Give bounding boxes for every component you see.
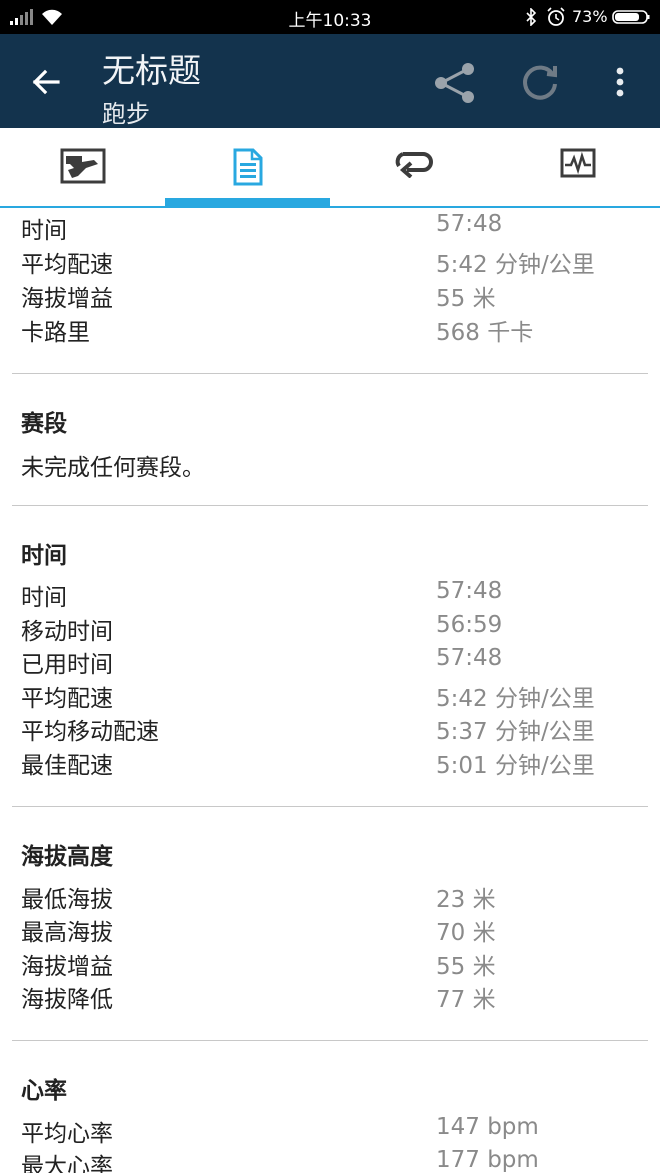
summary-row: 时间 57:48	[21, 211, 641, 245]
row-label: 平均配速	[21, 252, 113, 278]
segments-empty-message: 未完成任何赛段。	[21, 455, 205, 481]
app-bar: 无标题 跑步	[0, 34, 660, 128]
divider	[12, 505, 648, 506]
more-options-icon[interactable]	[608, 62, 632, 102]
selected-tab-indicator	[165, 198, 330, 206]
heart-rate-row: 最大心率 177 bpm	[21, 1147, 641, 1173]
divider	[12, 1040, 648, 1041]
row-value: 70 米	[436, 920, 496, 946]
elevation-row: 最高海拔 70 米	[21, 913, 641, 947]
row-label: 最低海拔	[21, 887, 113, 913]
row-value: 23 米	[436, 887, 496, 913]
row-value: 56:59	[436, 612, 503, 638]
elevation-row: 海拔增益 55 米	[21, 947, 641, 981]
elevation-heading: 海拔高度	[21, 844, 113, 870]
row-label: 平均心率	[21, 1121, 113, 1147]
row-value: 57:48	[436, 578, 503, 604]
tab-bar	[0, 128, 660, 208]
row-value: 57:48	[436, 645, 503, 671]
tab-charts[interactable]	[495, 128, 660, 206]
elevation-row: 最低海拔 23 米	[21, 880, 641, 914]
divider	[12, 373, 648, 374]
row-label: 最佳配速	[21, 753, 113, 779]
row-label: 最高海拔	[21, 920, 113, 946]
timing-row: 平均配速 5:42 分钟/公里	[21, 679, 641, 713]
row-value: 57:48	[436, 211, 503, 237]
row-label: 海拔增益	[21, 954, 113, 980]
bluetooth-icon	[526, 8, 537, 26]
row-label: 卡路里	[21, 320, 90, 346]
tab-laps[interactable]	[330, 128, 495, 206]
row-value: 55 米	[436, 286, 496, 312]
sync-icon[interactable]	[518, 60, 562, 104]
status-bar: 上午10:33 73%	[0, 0, 660, 34]
activity-title: 无标题	[102, 51, 201, 90]
tab-details[interactable]	[165, 128, 330, 206]
tab-map[interactable]	[0, 128, 165, 206]
timing-heading: 时间	[21, 543, 67, 569]
row-label: 平均配速	[21, 686, 113, 712]
activity-details-list[interactable]: 时间 57:48 平均配速 5:42 分钟/公里 海拔增益 55 米 卡路里 5…	[0, 208, 660, 1173]
row-label: 时间	[21, 218, 67, 244]
chart-icon	[560, 148, 595, 178]
details-document-icon	[233, 148, 262, 186]
row-value: 5:42 分钟/公里	[436, 686, 595, 712]
row-label: 时间	[21, 585, 67, 611]
alarm-icon	[547, 7, 565, 26]
elevation-row: 海拔降低 77 米	[21, 980, 641, 1014]
timing-row: 时间 57:48	[21, 578, 641, 612]
timing-row: 最佳配速 5:01 分钟/公里	[21, 746, 641, 780]
map-icon	[60, 148, 105, 184]
timing-row: 平均移动配速 5:37 分钟/公里	[21, 712, 641, 746]
row-label: 移动时间	[21, 619, 113, 645]
row-value: 147 bpm	[436, 1114, 539, 1140]
row-value: 568 千卡	[436, 320, 534, 346]
row-value: 77 米	[436, 987, 496, 1013]
row-value: 5:01 分钟/公里	[436, 753, 595, 779]
battery-percent: 73%	[572, 7, 608, 26]
timing-row: 移动时间 56:59	[21, 612, 641, 646]
heart-rate-heading: 心率	[21, 1078, 67, 1104]
row-label: 平均移动配速	[21, 719, 159, 745]
row-value: 55 米	[436, 954, 496, 980]
timing-row: 已用时间 57:48	[21, 645, 641, 679]
row-value: 177 bpm	[436, 1147, 539, 1173]
battery-icon	[612, 10, 650, 24]
summary-row: 海拔增益 55 米	[21, 279, 641, 313]
row-label: 已用时间	[21, 652, 113, 678]
row-value: 5:37 分钟/公里	[436, 719, 595, 745]
share-icon[interactable]	[432, 60, 478, 106]
back-arrow-icon[interactable]	[26, 62, 66, 102]
heart-rate-row: 平均心率 147 bpm	[21, 1114, 641, 1148]
row-label: 海拔降低	[21, 987, 113, 1013]
row-label: 海拔增益	[21, 286, 113, 312]
laps-repeat-icon	[395, 152, 433, 178]
row-value: 5:42 分钟/公里	[436, 252, 595, 278]
summary-row: 卡路里 568 千卡	[21, 313, 641, 347]
activity-type: 跑步	[102, 100, 150, 128]
segments-heading: 赛段	[21, 411, 67, 437]
row-label: 最大心率	[21, 1154, 113, 1173]
divider	[12, 806, 648, 807]
summary-row: 平均配速 5:42 分钟/公里	[21, 245, 641, 279]
